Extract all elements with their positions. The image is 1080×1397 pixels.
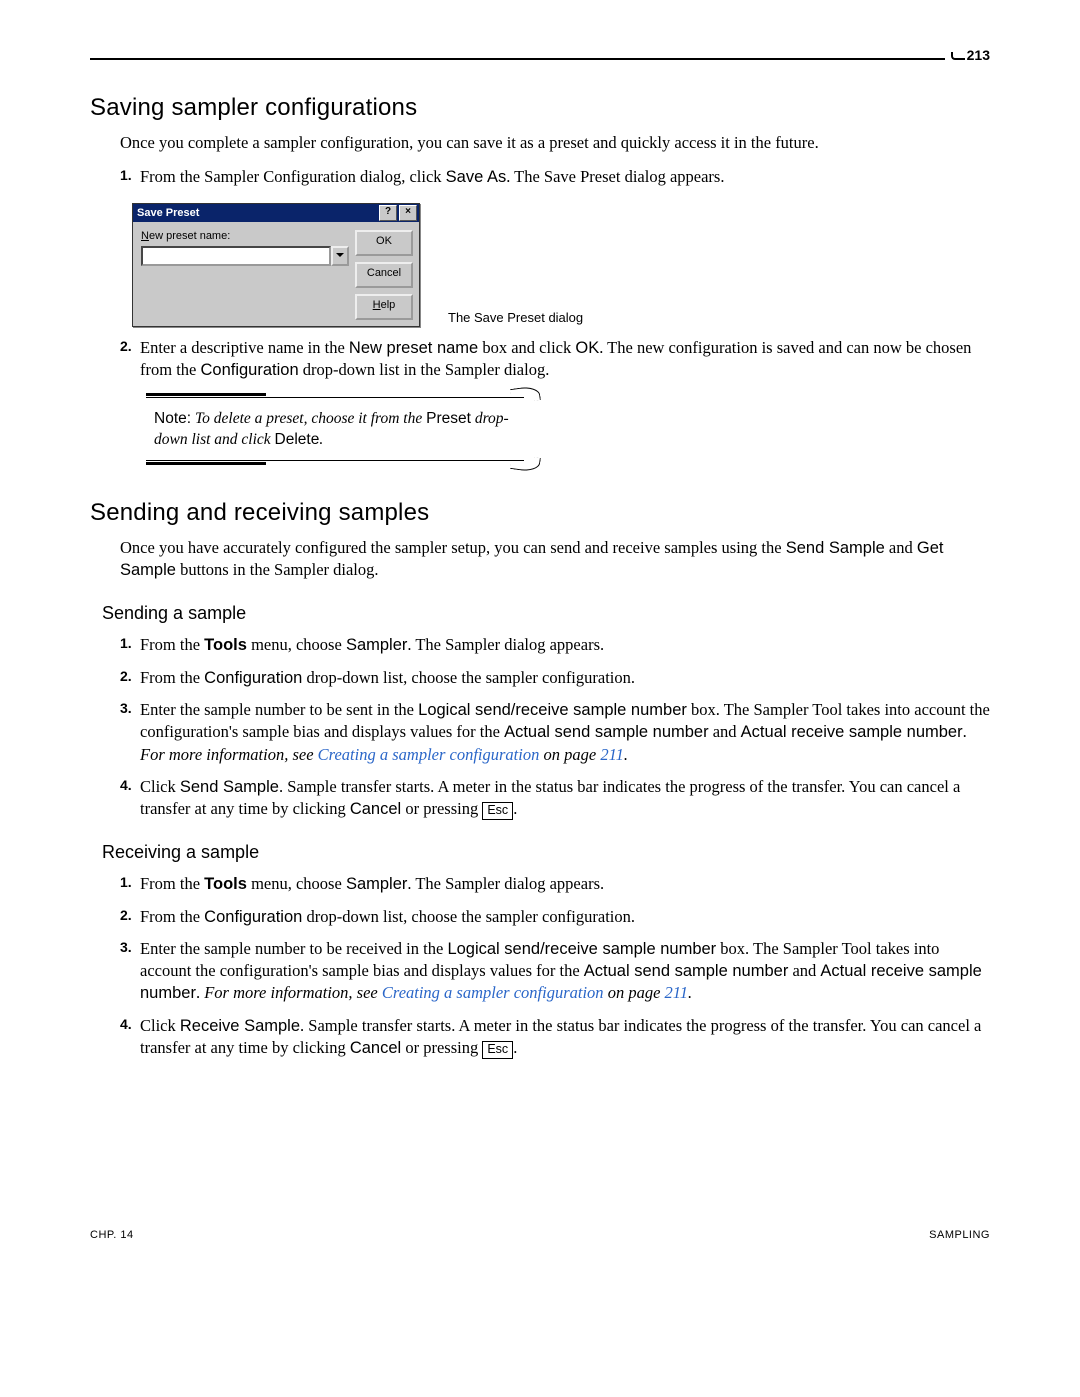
sending-step-4: Click Send Sample. Sample transfer start… bbox=[120, 776, 990, 821]
footer-title: SAMPLING bbox=[929, 1229, 990, 1241]
sending-step-1: From the Tools menu, choose Sampler. The… bbox=[120, 634, 990, 656]
help-button[interactable]: Help bbox=[355, 294, 413, 320]
page-number-wrap: 213 bbox=[945, 47, 990, 63]
heading-sending-receiving: Sending and receiving samples bbox=[90, 499, 990, 527]
intro-sending-receiving: Once you have accurately configured the … bbox=[120, 537, 990, 582]
saving-step-1: From the Sampler Configuration dialog, c… bbox=[120, 166, 990, 188]
note-label: Note: bbox=[154, 410, 191, 427]
save-preset-dialog: Save Preset ? × New preset name: OK Canc… bbox=[132, 203, 420, 327]
ok-button[interactable]: OK bbox=[355, 230, 413, 256]
sending-step-2: From the Configuration drop-down list, c… bbox=[120, 667, 990, 689]
esc-key-2: Esc bbox=[482, 1041, 513, 1059]
note-box: Note: To delete a preset, choose it from… bbox=[146, 399, 524, 459]
receiving-step-1: From the Tools menu, choose Sampler. The… bbox=[120, 873, 990, 895]
footer-chapter: CHP. 14 bbox=[90, 1229, 134, 1241]
dialog-caption: The Save Preset dialog bbox=[448, 310, 583, 327]
heading-receiving-a-sample: Receiving a sample bbox=[102, 842, 990, 863]
link-page-211-1[interactable]: 211 bbox=[600, 745, 624, 764]
receiving-step-3: Enter the sample number to be received i… bbox=[120, 938, 990, 1005]
dialog-titlebar: Save Preset ? × bbox=[133, 204, 419, 222]
saving-step-2: Enter a descriptive name in the New pres… bbox=[120, 337, 990, 382]
new-preset-name-input[interactable] bbox=[141, 246, 331, 266]
link-page-211-2[interactable]: 211 bbox=[665, 983, 689, 1002]
page-number: 213 bbox=[967, 47, 990, 63]
sending-step-3: Enter the sample number to be sent in th… bbox=[120, 699, 990, 766]
receiving-step-2: From the Configuration drop-down list, c… bbox=[120, 906, 990, 928]
link-creating-sampler-config-2[interactable]: Creating a sampler configuration bbox=[382, 983, 604, 1002]
close-icon[interactable]: × bbox=[399, 205, 417, 221]
receiving-step-4: Click Receive Sample. Sample transfer st… bbox=[120, 1015, 990, 1060]
help-icon[interactable]: ? bbox=[379, 205, 397, 221]
intro-saving: Once you complete a sampler configuratio… bbox=[120, 132, 990, 154]
heading-saving-sampler: Saving sampler configurations bbox=[90, 94, 990, 122]
heading-sending-a-sample: Sending a sample bbox=[102, 603, 990, 624]
dialog-title: Save Preset bbox=[137, 207, 377, 219]
cancel-button[interactable]: Cancel bbox=[355, 262, 413, 288]
esc-key: Esc bbox=[482, 802, 513, 820]
dropdown-icon[interactable] bbox=[331, 246, 349, 266]
new-preset-name-label: New preset name: bbox=[141, 230, 349, 242]
link-creating-sampler-config-1[interactable]: Creating a sampler configuration bbox=[318, 745, 540, 764]
